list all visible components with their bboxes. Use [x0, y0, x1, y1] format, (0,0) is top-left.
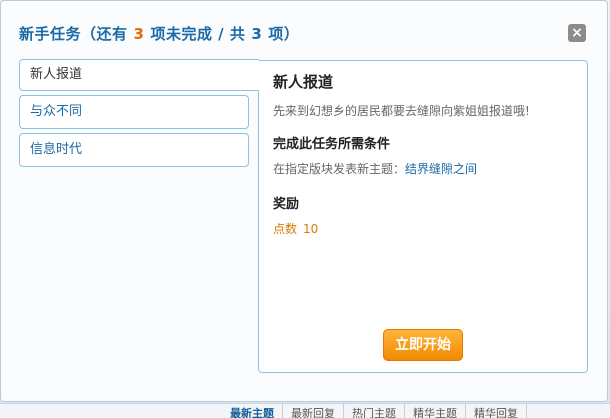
reward-heading: 奖励: [273, 197, 300, 212]
condition-text: 在指定版块发表新主题：: [273, 162, 406, 176]
background-tab: 热门主题: [344, 404, 405, 418]
background-tab: 精华主题: [405, 404, 466, 418]
task-description: 先来到幻想乡的居民都要去缝隙向紫姐姐报道哦!: [273, 104, 530, 118]
conditions-heading: 完成此任务所需条件: [273, 137, 391, 152]
task-condition: 在指定版块发表新主题：结界缝隙之间: [273, 160, 573, 177]
tab-task-1[interactable]: 新人报道: [19, 59, 259, 91]
dialog-title: 新手任务（还有 3 项未完成 / 共 3 项）: [19, 23, 299, 44]
background-page-tabs: 最新主题 最新回复 热门主题 精华主题 精华回复: [0, 403, 610, 418]
reward-label: 点数: [273, 222, 298, 236]
newbie-task-dialog: 新手任务（还有 3 项未完成 / 共 3 项） × 新人报道 与众不同 信息时代 新人报…: [0, 0, 608, 402]
remaining-count: 3: [133, 25, 145, 43]
task-title: 新人报道: [273, 73, 334, 91]
title-suffix: 项）: [268, 25, 300, 43]
title-prefix: 新手任务（还有: [19, 25, 128, 43]
task-tab-list: 新人报道 与众不同 信息时代: [19, 59, 259, 171]
tab-task-3[interactable]: 信息时代: [19, 133, 249, 167]
task-reward: 点数 10: [273, 220, 573, 237]
background-tab: 最新回复: [283, 404, 344, 418]
start-task-button[interactable]: 立即开始: [383, 329, 463, 361]
close-icon[interactable]: ×: [568, 24, 586, 42]
background-tab: 最新主题: [222, 404, 283, 418]
forum-link[interactable]: 结界缝隙之间: [405, 162, 477, 176]
reward-value: 10: [303, 222, 319, 236]
tab-task-2[interactable]: 与众不同: [19, 95, 249, 129]
task-detail-content: 新人报道 先来到幻想乡的居民都要去缝隙向紫姐姐报道哦! 完成此任务所需条件 在指…: [273, 71, 573, 237]
task-detail-panel: 新人报道 先来到幻想乡的居民都要去缝隙向紫姐姐报道哦! 完成此任务所需条件 在指…: [258, 60, 588, 373]
background-tab: 精华回复: [466, 404, 527, 418]
title-mid: 项未完成 / 共: [150, 25, 246, 43]
total-count: 3: [251, 25, 263, 43]
